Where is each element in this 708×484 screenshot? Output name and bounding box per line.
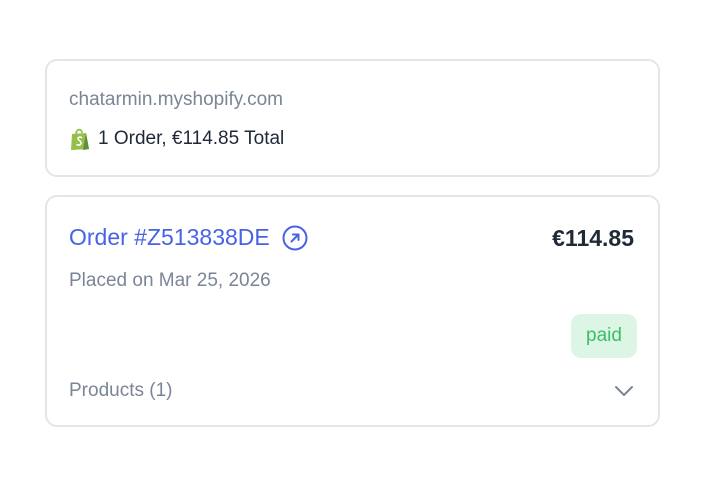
status-badge: paid	[571, 314, 637, 358]
order-card: Order #Z513838DE €114.85 Placed on Mar 2…	[45, 195, 660, 427]
order-title[interactable]: Order #Z513838DE	[69, 224, 270, 251]
shopify-bag-icon	[69, 127, 91, 151]
store-summary-text: 1 Order, €114.85 Total	[98, 128, 285, 149]
store-summary-row: 1 Order, €114.85 Total	[69, 127, 284, 151]
order-placed-date: Placed on Mar 25, 2026	[69, 270, 271, 291]
external-link-icon[interactable]	[282, 225, 308, 251]
chevron-down-icon[interactable]	[612, 379, 636, 403]
order-link[interactable]: Order #Z513838DE	[69, 224, 308, 251]
order-total: €114.85	[552, 225, 634, 251]
products-label: Products (1)	[69, 380, 173, 401]
store-card: chatarmin.myshopify.com 1 Order, €114.85…	[45, 59, 660, 177]
products-toggle[interactable]: Products (1)	[69, 377, 636, 405]
store-domain: chatarmin.myshopify.com	[69, 89, 283, 110]
